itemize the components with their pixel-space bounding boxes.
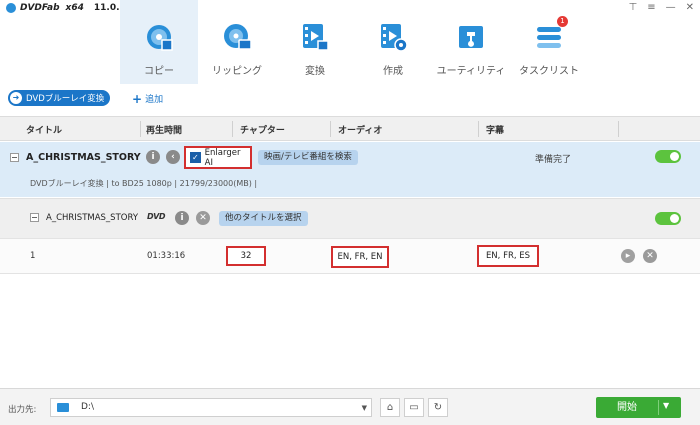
iso-output-button[interactable]: ⌂ (380, 398, 400, 417)
enlarger-ai-option[interactable]: ✓ Enlarger AI (184, 146, 252, 169)
app-name: DVDFab (20, 3, 60, 13)
collapse-icon[interactable] (30, 213, 39, 222)
source-mode-label: DVDブルーレイ変換 (26, 94, 105, 104)
enlarger-checkbox[interactable]: ✓ (190, 152, 201, 163)
dvd-logo-icon: DVD (147, 212, 165, 221)
output-target: to BD25 1080p (111, 179, 172, 188)
arrow-right-icon: ➜ (10, 92, 22, 104)
ripper-icon (224, 24, 252, 50)
app-title: DVDFab x64 11.0.6.4 (6, 3, 135, 13)
plus-icon: + (132, 91, 143, 106)
nav-utility-label: ユーティリティ (436, 66, 506, 77)
start-label: 開始 (617, 402, 637, 413)
nav-copy-label: コピー (144, 66, 174, 77)
table-header: タイトル 再生時間 チャプター オーディオ 字幕 (0, 116, 700, 141)
column-chapters: チャプター (240, 126, 285, 136)
remove-track-icon[interactable]: ✕ (643, 249, 657, 263)
column-divider (232, 121, 233, 137)
top-toolbar: DVDFab x64 11.0.6.4 ⊤ ≡ — ✕ コピー リッピング 変換… (0, 0, 700, 84)
bottom-bar: 出力先: D:\ ▼ ⌂ ▭ ↻ 開始 ▼ (0, 388, 700, 425)
back-arrow-icon[interactable]: ‹ (166, 150, 180, 164)
source-bar: ➜ DVDブルーレイ変換 + 追加 (0, 84, 700, 112)
nav-creator[interactable]: 作成 (354, 0, 432, 84)
subtitles-cell[interactable]: EN, FR, ES (477, 245, 539, 267)
track-index: 1 (30, 251, 36, 261)
remove-disc-icon[interactable]: ✕ (196, 211, 210, 225)
utility-icon (459, 26, 483, 48)
open-folder-button[interactable]: ▭ (404, 398, 424, 417)
nav-task-list[interactable]: 1 タスクリスト (510, 0, 588, 84)
source-mode-button[interactable]: ➜ DVDブルーレイ変換 (8, 90, 111, 106)
table-row[interactable]: 1 01:33:16 32 EN, FR, EN EN, FR, ES ▸ ✕ (0, 238, 700, 274)
task-list-icon: 1 (534, 16, 568, 52)
column-subtitles: 字幕 (486, 126, 505, 136)
status-text: 準備完了 (535, 155, 572, 165)
nav-converter-label: 変換 (305, 66, 325, 77)
select-other-title-button[interactable]: 他のタイトルを選択 (219, 211, 308, 226)
output-label: 出力先: (8, 405, 37, 415)
add-source-label: 追加 (145, 95, 164, 105)
column-divider (330, 121, 331, 137)
column-divider (478, 121, 479, 137)
disc-enable-toggle[interactable] (655, 212, 681, 225)
copy-disc-icon (147, 25, 173, 51)
output-size: 21799/23000(MB) (179, 179, 252, 188)
disc-row[interactable]: A_CHRISTMAS_STORY DVD i ✕ 他のタイトルを選択 (0, 198, 700, 238)
content-area (0, 274, 700, 384)
info-icon[interactable]: i (146, 150, 160, 164)
subtitles-value: EN, FR, ES (485, 251, 531, 261)
module-nav: コピー リッピング 変換 作成 ユーティリティ 1 タスクリスト (120, 0, 588, 84)
nav-utility[interactable]: ユーティリティ (432, 0, 510, 84)
enlarger-label: Enlarger AI (204, 147, 241, 168)
start-dropdown-icon[interactable]: ▼ (663, 401, 669, 410)
audio-value: EN, FR, EN (337, 252, 383, 262)
close-icon[interactable]: ✕ (686, 2, 694, 13)
output-path-select[interactable]: D:\ ▼ (50, 398, 372, 417)
output-path-value: D:\ (81, 402, 94, 412)
add-source-button[interactable]: + 追加 (132, 91, 164, 106)
info-separator: | (254, 179, 258, 188)
minimize-icon[interactable]: — (666, 2, 676, 13)
converter-icon (303, 24, 329, 51)
disc-title: A_CHRISTMAS_STORY (46, 213, 139, 223)
folder-icon (57, 403, 69, 412)
chapters-cell[interactable]: 32 (226, 246, 266, 266)
nav-ripper[interactable]: リッピング (198, 0, 276, 84)
chevron-down-icon[interactable]: ▼ (362, 404, 367, 412)
nav-creator-label: 作成 (383, 66, 403, 77)
collapse-icon[interactable] (10, 153, 19, 162)
column-title: タイトル (26, 126, 63, 136)
output-info: DVDブルーレイ変換 | to BD25 1080p | 21799/23000… (30, 178, 257, 189)
title-row[interactable]: A_CHRISTMAS_STORY i ‹ ✓ Enlarger AI 映画/テ… (0, 142, 700, 197)
app-arch: x64 (65, 3, 84, 13)
column-duration: 再生時間 (146, 126, 183, 136)
nav-converter[interactable]: 変換 (276, 0, 354, 84)
track-duration: 01:33:16 (147, 251, 186, 261)
play-icon[interactable]: ▸ (621, 249, 635, 263)
info-icon[interactable]: i (175, 211, 189, 225)
nav-copy[interactable]: コピー (120, 0, 198, 84)
window-controls: ⊤ ≡ — ✕ (629, 2, 695, 13)
audio-cell[interactable]: EN, FR, EN (331, 246, 389, 268)
start-button[interactable]: 開始 ▼ (596, 397, 681, 418)
movie-title: A_CHRISTMAS_STORY (26, 152, 141, 163)
pin-icon[interactable]: ⊤ (629, 2, 638, 13)
menu-icon[interactable]: ≡ (647, 2, 655, 13)
chapters-value: 32 (240, 251, 252, 261)
output-mode: DVDブルーレイ変換 (30, 179, 104, 188)
search-movie-button[interactable]: 映画/テレビ番組を検索 (258, 150, 358, 165)
creator-icon (381, 24, 408, 52)
task-count-badge: 1 (557, 16, 568, 27)
title-enable-toggle[interactable] (655, 150, 681, 163)
column-audio: オーディオ (338, 126, 383, 136)
start-divider (658, 400, 659, 415)
dvdfab-logo-icon (6, 3, 16, 13)
nav-task-list-label: タスクリスト (519, 66, 579, 77)
refresh-button[interactable]: ↻ (428, 398, 448, 417)
column-divider (618, 121, 619, 137)
column-divider (140, 121, 141, 137)
nav-ripper-label: リッピング (212, 66, 262, 77)
